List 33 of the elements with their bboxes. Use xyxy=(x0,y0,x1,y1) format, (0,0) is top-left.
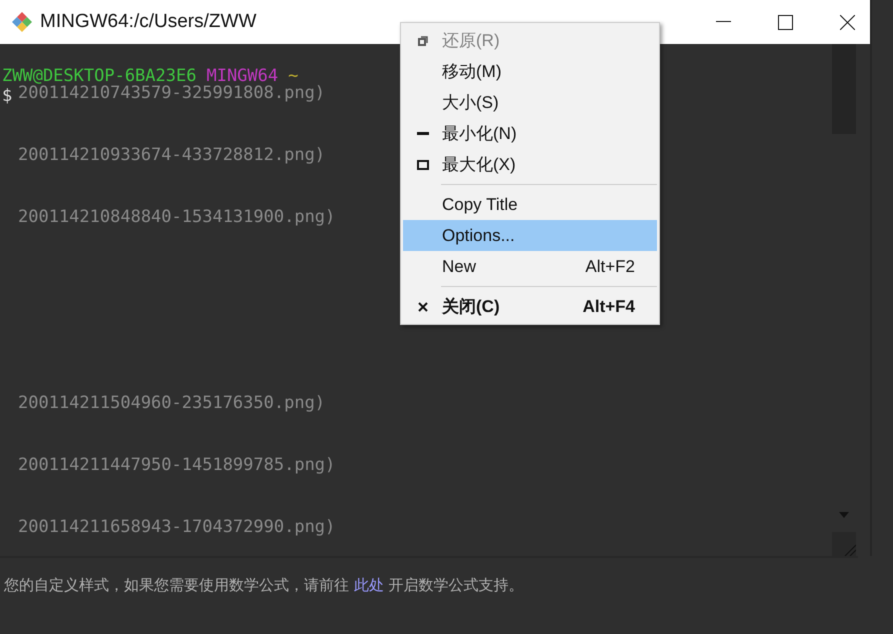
background-text-line: 200114210933674-433728812.png) xyxy=(18,144,326,167)
minimize-icon xyxy=(716,21,730,23)
menu-item[interactable]: 最小化(N) xyxy=(403,118,657,149)
scrollbar-thumb[interactable] xyxy=(832,44,856,134)
menu-item[interactable]: Options... xyxy=(403,220,657,251)
resize-grip-icon xyxy=(844,544,856,556)
window-title: MINGW64:/c/Users/ZWW xyxy=(40,11,258,33)
menu-item[interactable]: 最大化(X) xyxy=(403,149,657,180)
prompt-system: MINGW64 xyxy=(206,66,278,86)
background-text-line: 200114211447950-1451899785.png) xyxy=(18,454,336,477)
minimize-icon xyxy=(416,132,428,136)
resize-grip[interactable] xyxy=(832,532,856,556)
maximize-icon xyxy=(416,160,428,170)
menu-item[interactable]: 大小(S) xyxy=(403,87,657,118)
diamond-logo-icon xyxy=(10,10,34,34)
background-text-line: 200114210743579-325991808.png) xyxy=(18,83,326,105)
close-icon xyxy=(840,14,854,30)
maximize-icon xyxy=(778,14,792,30)
background-text-line: 200114211504960-235176350.png) xyxy=(18,392,326,415)
prompt-symbol: $ xyxy=(2,86,12,106)
scroll-down-icon[interactable] xyxy=(839,512,849,518)
menu-item[interactable]: Copy Title xyxy=(403,189,657,220)
prompt-directory: ~ xyxy=(288,66,298,86)
background-text-line: 200114211658943-1704372990.png) xyxy=(18,516,336,539)
menu-item[interactable]: 关闭(C) Alt+F4 xyxy=(403,291,657,322)
prompt-user: ZWW@DESKTOP-6BA23E6 xyxy=(2,66,196,86)
close-icon xyxy=(418,302,428,312)
link[interactable]: 此处 xyxy=(354,576,384,594)
menu-item[interactable]: New Alt+F2 xyxy=(403,251,657,282)
restore-icon xyxy=(418,36,428,46)
menu-item[interactable]: 移动(M) xyxy=(403,56,657,87)
background-text-line: 200114210848840-1534131900.png) xyxy=(18,206,336,229)
footer-text: 您的自定义样式，如果您需要使用数学公式，请前往 此处 开启数学公式支持。 xyxy=(4,576,524,595)
